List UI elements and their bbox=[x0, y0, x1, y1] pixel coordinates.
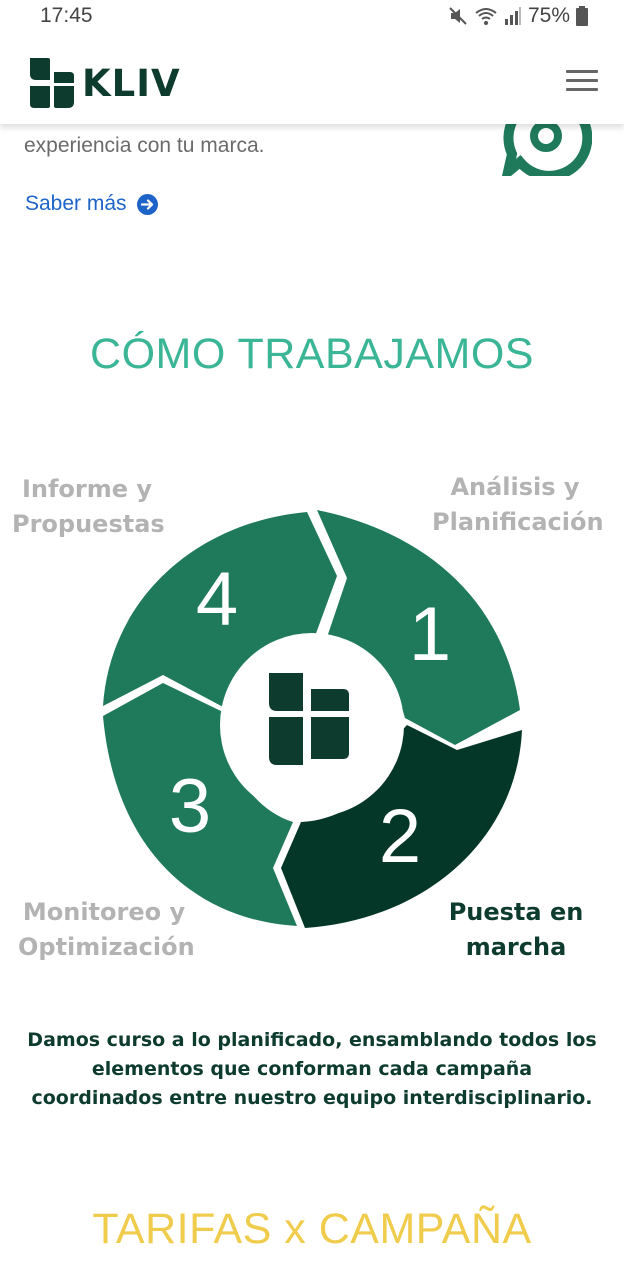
step-3-label-line2: Optimización bbox=[18, 933, 195, 961]
arrow-right-circle-icon bbox=[136, 193, 158, 215]
hamburger-menu-icon-line bbox=[566, 79, 598, 82]
hamburger-menu-icon-line bbox=[566, 70, 598, 73]
hamburger-menu-icon-line bbox=[566, 88, 598, 91]
hamburger-menu-button[interactable] bbox=[566, 70, 598, 94]
site-header: KLIV bbox=[0, 34, 624, 124]
saber-mas-link[interactable]: Saber más bbox=[25, 192, 158, 216]
step-description: Damos curso a lo planificado, ensambland… bbox=[27, 1029, 597, 1109]
intro-text: experiencia con tu marca. bbox=[24, 134, 265, 157]
signal-icon bbox=[504, 7, 521, 25]
wifi-icon bbox=[475, 8, 497, 25]
status-time: 17:45 bbox=[40, 4, 93, 27]
battery-icon bbox=[576, 6, 588, 26]
brand-name: KLIV bbox=[82, 61, 181, 105]
step-2-label-line2: marcha bbox=[465, 933, 567, 961]
status-icons: 75% bbox=[448, 4, 588, 28]
step-1-number: 1 bbox=[409, 592, 451, 677]
mute-icon bbox=[449, 7, 467, 25]
process-wheel: 1 2 3 4 bbox=[103, 510, 522, 928]
saber-mas-label: Saber más bbox=[25, 192, 127, 215]
battery-percent: 75% bbox=[527, 4, 570, 27]
kliv-logo-icon bbox=[30, 58, 74, 108]
step-3-number: 3 bbox=[169, 764, 211, 849]
brand-logo[interactable]: KLIV bbox=[28, 58, 181, 108]
status-bar: 17:45 75% bbox=[0, 0, 624, 34]
step-2-number: 2 bbox=[379, 794, 421, 879]
tarifas-title: TARIFAS x CAMPAÑA bbox=[92, 1205, 532, 1253]
como-trabajamos-title: CÓMO TRABAJAMOS bbox=[90, 330, 534, 378]
step-4-number: 4 bbox=[196, 557, 238, 642]
